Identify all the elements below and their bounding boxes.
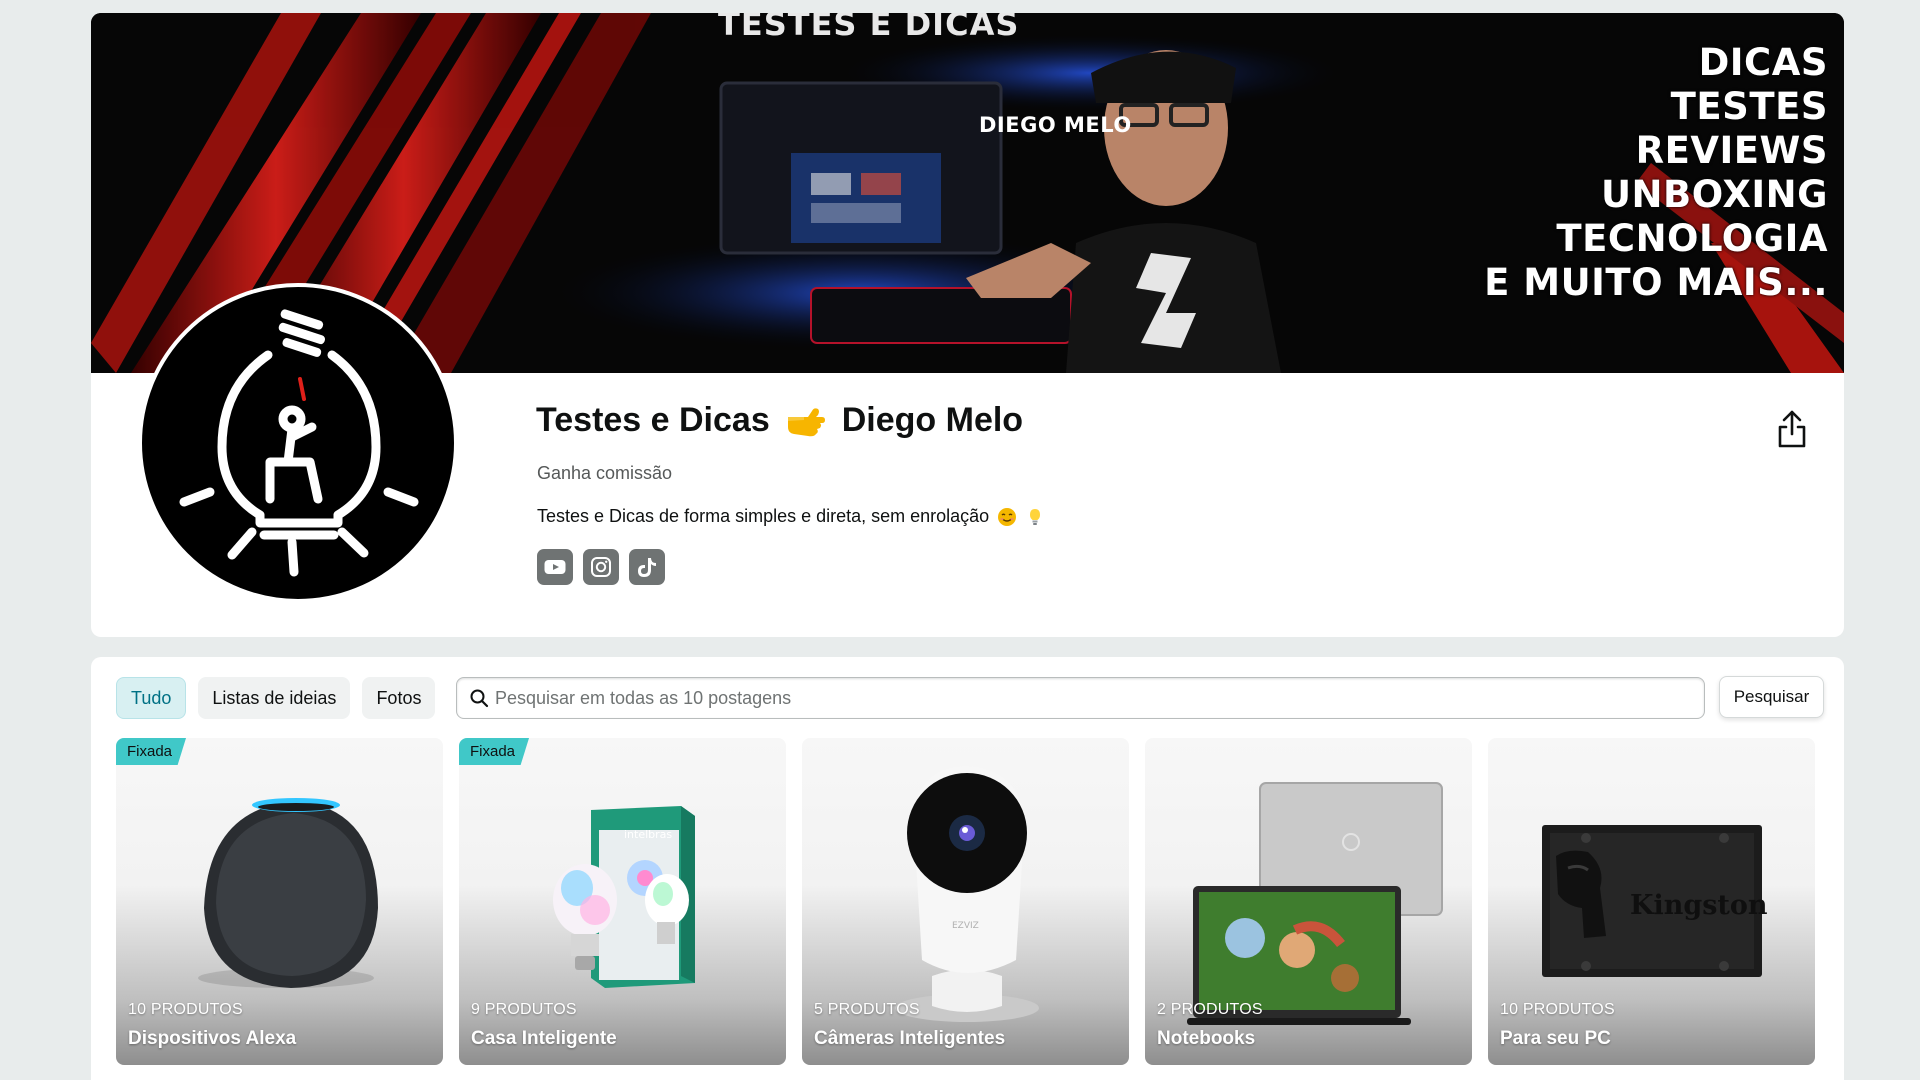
banner-word: UNBOXING bbox=[1601, 173, 1828, 216]
content-tabs: Tudo Listas de ideias Fotos bbox=[116, 677, 436, 719]
collection-name: Notebooks bbox=[1157, 1028, 1256, 1049]
collection-count: 5 PRODUTOS bbox=[814, 1001, 920, 1018]
avatar bbox=[138, 283, 458, 603]
profile-title-left: Testes e Dicas bbox=[536, 401, 770, 439]
share-icon[interactable] bbox=[1774, 408, 1810, 450]
earns-commission-label: Ganha comissão bbox=[537, 463, 673, 483]
tab-photos[interactable]: Fotos bbox=[362, 677, 436, 719]
collection-count: 2 PRODUTOS bbox=[1157, 1001, 1263, 1018]
pinned-badge: Fixada bbox=[459, 738, 530, 765]
pinned-badge: Fixada bbox=[116, 738, 187, 765]
collection-count: 10 PRODUTOS bbox=[1500, 1001, 1615, 1018]
collection-count: 9 PRODUTOS bbox=[471, 1001, 577, 1018]
banner-word: E MUITO MAIS... bbox=[1484, 261, 1828, 304]
search-input[interactable] bbox=[495, 687, 1704, 709]
svg-text:EZVIZ: EZVIZ bbox=[952, 921, 979, 931]
lightbulb-logo-icon bbox=[179, 309, 419, 577]
banner-word: TECNOLOGIA bbox=[1556, 217, 1828, 260]
ssd-brand: Kingston bbox=[1630, 890, 1768, 921]
tiktok-icon bbox=[638, 558, 656, 577]
collections-grid: Fixada 10 PRODUTOS Dispositivos Alexa in… bbox=[116, 738, 1815, 1065]
search-box bbox=[456, 677, 1705, 719]
profile-card: TESTES E DICAS DIEGO MELO DICAS TESTES R… bbox=[91, 13, 1844, 637]
banner-word: REVIEWS bbox=[1635, 129, 1828, 172]
tab-idea-lists[interactable]: Listas de ideias bbox=[198, 677, 351, 719]
search-button[interactable]: Pesquisar bbox=[1719, 676, 1824, 718]
collection-card-smart-home[interactable]: intelbras Fixada 9 PRODUTOS Casa Intelig… bbox=[459, 738, 786, 1065]
collection-card-alexa[interactable]: Fixada 10 PRODUTOS Dispositivos Alexa bbox=[116, 738, 443, 1065]
collection-name: Câmeras Inteligentes bbox=[814, 1028, 1006, 1049]
collection-name: Dispositivos Alexa bbox=[128, 1028, 297, 1049]
social-links bbox=[537, 549, 665, 585]
collection-name: Casa Inteligente bbox=[471, 1028, 617, 1049]
pointing-hand-icon bbox=[787, 407, 825, 436]
banner-top-text: TESTES E DICAS bbox=[718, 13, 1020, 43]
smile-emoji-icon bbox=[998, 507, 1017, 526]
bulb-box-brand: intelbras bbox=[624, 828, 672, 841]
profile-title: Testes e Dicas Diego Melo bbox=[536, 401, 1023, 440]
collection-card-notebooks[interactable]: 2 PRODUTOS Notebooks bbox=[1145, 738, 1472, 1065]
search-icon bbox=[470, 689, 489, 708]
profile-bio: Testes e Dicas de forma simples e direta… bbox=[537, 506, 1045, 527]
collection-count: 10 PRODUTOS bbox=[128, 1001, 243, 1018]
youtube-link[interactable] bbox=[537, 549, 573, 585]
tiktok-link[interactable] bbox=[629, 549, 665, 585]
storefront-content: Tudo Listas de ideias Fotos Pesquisar Fi… bbox=[91, 657, 1844, 1080]
youtube-icon bbox=[544, 560, 566, 574]
bio-text: Testes e Dicas de forma simples e direta… bbox=[537, 506, 990, 526]
banner-word: TESTES bbox=[1670, 85, 1828, 128]
banner-name-tag: DIEGO MELO bbox=[979, 113, 1132, 137]
instagram-link[interactable] bbox=[583, 549, 619, 585]
banner-word: DICAS bbox=[1698, 41, 1828, 84]
collection-card-cameras[interactable]: EZVIZ 5 PRODUTOS Câmeras Inteligentes bbox=[802, 738, 1129, 1065]
profile-title-right: Diego Melo bbox=[841, 401, 1024, 439]
banner-words: DICAS TESTES REVIEWS UNBOXING TECNOLOGIA… bbox=[1484, 41, 1828, 305]
instagram-icon bbox=[591, 557, 611, 577]
tab-all[interactable]: Tudo bbox=[116, 677, 187, 719]
lightbulb-emoji-icon bbox=[1030, 508, 1041, 525]
collection-name: Para seu PC bbox=[1500, 1028, 1611, 1049]
collection-card-pc[interactable]: Kingston 10 PRODUTOS Para seu PC bbox=[1488, 738, 1815, 1065]
